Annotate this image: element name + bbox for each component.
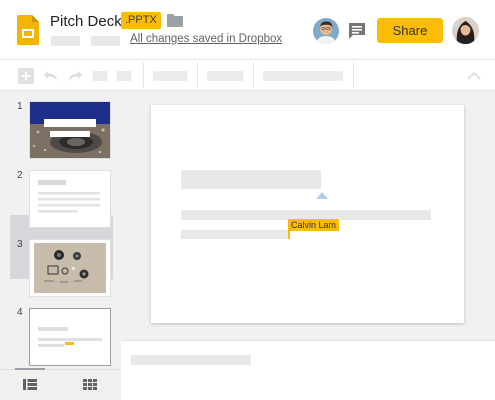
- zoom-button[interactable]: [117, 71, 131, 81]
- slide-thumbnail-4[interactable]: [30, 309, 110, 365]
- collaborator-cursor-label: Calvin Lam: [288, 219, 340, 231]
- comment-icon[interactable]: [347, 21, 367, 41]
- text-anchor-marker: [316, 192, 328, 199]
- slide-body-line[interactable]: [181, 230, 289, 239]
- undo-icon[interactable]: [43, 70, 59, 82]
- slide-number: 1: [17, 101, 23, 112]
- slide-thumbnail-1[interactable]: [30, 102, 110, 158]
- rail-view-switcher: [0, 369, 121, 400]
- speaker-notes[interactable]: [121, 340, 495, 400]
- folder-icon[interactable]: [167, 13, 183, 27]
- save-status-link[interactable]: All changes saved in Dropbox: [130, 33, 282, 45]
- document-title[interactable]: Pitch Deck: [50, 13, 122, 30]
- slide-title-placeholder[interactable]: [181, 170, 321, 189]
- user-avatar[interactable]: [452, 17, 479, 44]
- speaker-notes-placeholder: [131, 355, 251, 365]
- toolbar-divider: [253, 62, 254, 88]
- share-button[interactable]: Share: [377, 18, 443, 43]
- menu-edit[interactable]: [91, 36, 120, 46]
- paint-format-button[interactable]: [93, 71, 107, 81]
- app-header: Pitch Deck .PPTX All changes saved in Dr…: [0, 0, 495, 60]
- slide-number: 3: [17, 239, 23, 250]
- slide-number: 2: [17, 170, 23, 181]
- toolbar-control-2[interactable]: [207, 71, 243, 81]
- menu-file[interactable]: [51, 36, 80, 46]
- toolbar-divider: [353, 62, 354, 88]
- grid-view-icon[interactable]: [83, 379, 97, 390]
- slide-thumbnail-3[interactable]: [30, 240, 110, 296]
- redo-icon[interactable]: [67, 70, 83, 82]
- add-icon[interactable]: [18, 68, 34, 84]
- toolbar: [0, 60, 495, 91]
- active-view-indicator: [15, 368, 45, 370]
- toolbar-control-1[interactable]: [153, 71, 187, 81]
- slide-thumbnail-2[interactable]: [30, 171, 110, 227]
- toolbar-control-3[interactable]: [263, 71, 343, 81]
- file-format-badge: .PPTX: [121, 12, 161, 29]
- collapse-toolbar-icon[interactable]: [467, 72, 481, 80]
- collaborator-avatar[interactable]: [313, 18, 339, 44]
- slides-app-icon[interactable]: [17, 15, 39, 45]
- slide-number: 4: [17, 307, 23, 318]
- toolbar-divider: [197, 62, 198, 88]
- filmstrip-view-icon[interactable]: [23, 379, 37, 390]
- toolbar-divider: [143, 62, 144, 88]
